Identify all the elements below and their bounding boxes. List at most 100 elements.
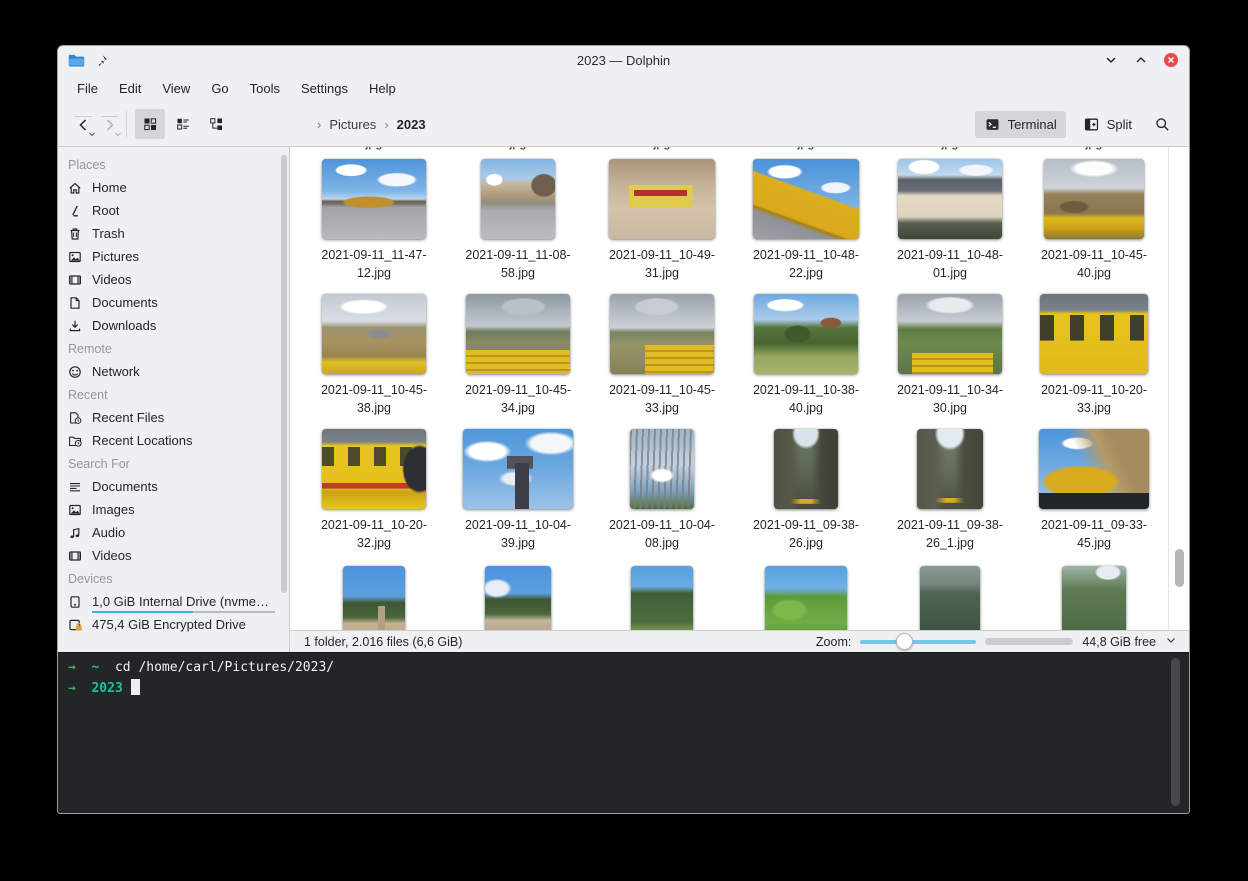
terminal-panel[interactable]: → ~ cd /home/carl/Pictures/2023/→ 2023 xyxy=(58,652,1189,814)
sidebar-item-475-4-gib-encrypted-drive[interactable]: 475,4 GiB Encrypted Drive xyxy=(58,613,289,636)
sidebar-item-trash[interactable]: Trash xyxy=(58,222,289,245)
file-name-partial: jpg xyxy=(1022,147,1166,150)
file-name: 2021-09-11_10-04-08.jpg xyxy=(609,516,715,552)
file-thumbnail xyxy=(322,294,426,374)
document-icon xyxy=(67,295,83,311)
minimize-button[interactable] xyxy=(1101,50,1121,70)
compact-view-button[interactable] xyxy=(168,109,198,139)
file-item[interactable]: 2021-09-11_10-04-39.jpg xyxy=(446,429,590,552)
sidebar-item-downloads[interactable]: Downloads xyxy=(58,314,289,337)
chevron-down-icon xyxy=(88,130,96,138)
file-item[interactable] xyxy=(1022,566,1166,630)
menu-go[interactable]: Go xyxy=(202,78,237,99)
zoom-slider-handle[interactable] xyxy=(896,633,913,650)
file-item[interactable]: 2021-09-11_11-08-58.jpg xyxy=(446,159,590,282)
file-item[interactable]: 2021-09-11_10-45-34.jpg xyxy=(446,294,590,417)
sidebar-item-documents[interactable]: Documents xyxy=(58,475,289,498)
file-item[interactable]: 2021-09-11_11-47-12.jpg xyxy=(302,159,446,282)
terminal-toggle-button[interactable]: Terminal xyxy=(975,111,1066,138)
file-item[interactable]: 2021-09-11_09-38-26.jpg xyxy=(734,429,878,552)
file-view[interactable]: jpgjpgjpgjpgjpgjpg2021-09-11_11-47-12.jp… xyxy=(290,147,1189,630)
breadcrumb-item-2023[interactable]: 2023 xyxy=(396,115,427,134)
home-icon xyxy=(67,180,83,196)
close-button[interactable] xyxy=(1161,50,1181,70)
sidebar-item-videos[interactable]: Videos xyxy=(58,268,289,291)
sidebar-item-network[interactable]: Network xyxy=(58,360,289,383)
file-item[interactable] xyxy=(734,566,878,630)
file-item[interactable]: 2021-09-11_10-04-08.jpg xyxy=(590,429,734,552)
file-item[interactable]: 2021-09-11_10-48-22.jpg xyxy=(734,159,878,282)
file-item[interactable]: 2021-09-11_10-48-01.jpg xyxy=(878,159,1022,282)
file-name: 2021-09-11_10-04-39.jpg xyxy=(465,516,571,552)
file-item[interactable] xyxy=(302,566,446,630)
menu-help[interactable]: Help xyxy=(360,78,405,99)
zoom-slider[interactable] xyxy=(860,640,976,644)
forward-button[interactable] xyxy=(96,109,122,139)
file-thumbnail xyxy=(322,429,426,509)
file-item[interactable] xyxy=(446,566,590,630)
menu-view[interactable]: View xyxy=(153,78,199,99)
chevron-down-icon[interactable] xyxy=(1165,634,1177,649)
file-item[interactable]: 2021-09-11_09-33-45.jpg xyxy=(1022,429,1166,552)
file-item[interactable]: 2021-09-11_10-45-33.jpg xyxy=(590,294,734,417)
sidebar-item-root[interactable]: Root xyxy=(58,199,289,222)
fileview-scrollbar[interactable] xyxy=(1168,147,1189,630)
breadcrumb-separator: › xyxy=(377,117,395,132)
sidebar-item-documents[interactable]: Documents xyxy=(58,291,289,314)
file-item[interactable]: 2021-09-11_10-20-32.jpg xyxy=(302,429,446,552)
sidebar-item-1-0-gib-internal-drive-nvme[interactable]: 1,0 GiB Internal Drive (nvme… xyxy=(58,590,289,613)
sidebar-item-images[interactable]: Images xyxy=(58,498,289,521)
recent-file-icon xyxy=(67,410,83,426)
menu-tools[interactable]: Tools xyxy=(241,78,289,99)
file-item[interactable]: 2021-09-11_09-38-26_1.jpg xyxy=(878,429,1022,552)
file-item[interactable]: 2021-09-11_10-45-40.jpg xyxy=(1022,159,1166,282)
video-icon xyxy=(67,548,83,564)
split-view-button[interactable]: Split xyxy=(1074,111,1141,138)
menu-file[interactable]: File xyxy=(68,78,107,99)
menu-edit[interactable]: Edit xyxy=(110,78,150,99)
sidebar-item-pictures[interactable]: Pictures xyxy=(58,245,289,268)
file-thumbnail xyxy=(466,294,570,374)
sidebar-item-label: Trash xyxy=(92,226,125,241)
terminal-icon xyxy=(984,116,1001,133)
file-item[interactable]: 2021-09-11_10-49-31.jpg xyxy=(590,159,734,282)
maximize-button[interactable] xyxy=(1131,50,1151,70)
titlebar[interactable]: 2023 — Dolphin xyxy=(58,46,1189,75)
download-icon xyxy=(67,318,83,334)
chevron-down-icon xyxy=(114,130,122,138)
details-view-button[interactable] xyxy=(201,109,231,139)
file-thumbnail xyxy=(754,294,858,374)
sidebar-item-label: Documents xyxy=(92,295,158,310)
file-name-partial: jpg xyxy=(590,147,734,150)
sidebar-item-recent-files[interactable]: Recent Files xyxy=(58,406,289,429)
terminal-line: → ~ cd /home/carl/Pictures/2023/ xyxy=(68,657,1179,678)
sidebar-item-videos[interactable]: Videos xyxy=(58,544,289,567)
file-item[interactable]: 2021-09-11_10-34-30.jpg xyxy=(878,294,1022,417)
search-button[interactable] xyxy=(1147,109,1177,139)
file-item[interactable]: 2021-09-11_10-20-33.jpg xyxy=(1022,294,1166,417)
file-item[interactable] xyxy=(878,566,1022,630)
free-space-text: 44,8 GiB free xyxy=(1082,635,1156,649)
breadcrumb-item-pictures[interactable]: Pictures xyxy=(328,115,377,134)
pin-icon xyxy=(94,53,109,68)
free-space-bar xyxy=(985,638,1073,645)
fileview-scrollbar-handle[interactable] xyxy=(1175,549,1184,587)
menu-settings[interactable]: Settings xyxy=(292,78,357,99)
terminal-cursor xyxy=(131,679,140,695)
file-item[interactable]: 2021-09-11_10-45-38.jpg xyxy=(302,294,446,417)
file-name: 2021-09-11_10-45-40.jpg xyxy=(1041,246,1147,282)
terminal-line: → 2023 xyxy=(68,678,1179,699)
audio-icon xyxy=(67,525,83,541)
sidebar-item-home[interactable]: Home xyxy=(58,176,289,199)
file-item[interactable]: 2021-09-11_10-38-40.jpg xyxy=(734,294,878,417)
icons-view-button[interactable] xyxy=(135,109,165,139)
terminal-scrollbar[interactable] xyxy=(1171,658,1180,806)
back-button[interactable] xyxy=(70,109,96,139)
file-name: 2021-09-11_10-45-33.jpg xyxy=(609,381,715,417)
sidebar-item-recent-locations[interactable]: Recent Locations xyxy=(58,429,289,452)
sidebar-item-audio[interactable]: Audio xyxy=(58,521,289,544)
file-thumbnail xyxy=(898,294,1002,374)
file-thumbnail xyxy=(1039,429,1149,509)
file-item[interactable] xyxy=(590,566,734,630)
file-thumbnail xyxy=(774,429,838,509)
